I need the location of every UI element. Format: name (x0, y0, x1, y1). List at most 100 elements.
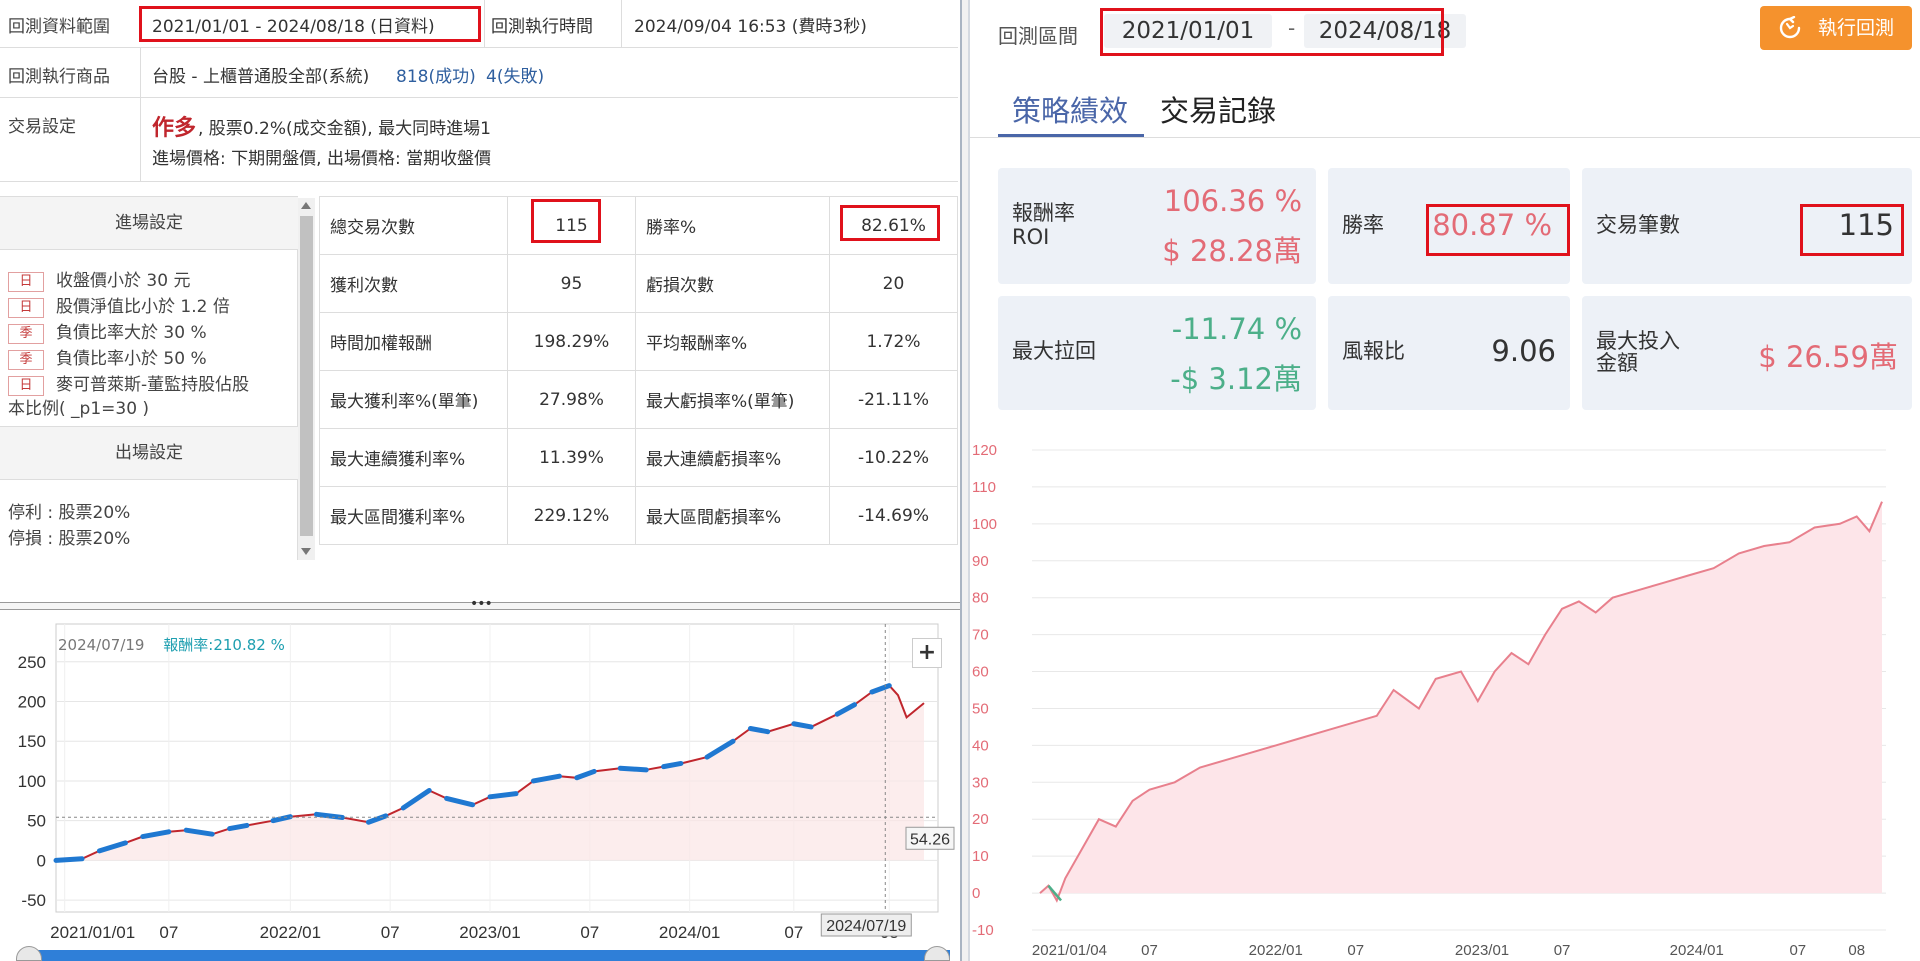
stat-label: 最大連續虧損率% (635, 428, 830, 487)
y-tick-label: -10 (972, 922, 994, 939)
highlight-box-total-trades (531, 199, 601, 243)
info-row-product: 回測執行商品 台股 - 上櫃普通股全部(系統) 818(成功) 4(失敗) (0, 48, 958, 98)
legend-roi: 報酬率:210.82 % (163, 636, 285, 654)
y-tick-label: 70 (972, 627, 989, 644)
exec-time-value: 2024/09/04 16:53 (費時3秒) (634, 17, 867, 37)
x-tick-label: 07 (1789, 942, 1806, 959)
run-backtest-button[interactable]: 執行回測 (1760, 6, 1912, 50)
area-fill (1040, 501, 1882, 901)
entry-condition: 日麥可普萊斯-董監持股佔股 (8, 370, 249, 396)
x-tick-label: 2022/01 (1249, 942, 1303, 959)
card-roi: 報酬率 ROI 106.36 % $ 28.28萬 (998, 168, 1316, 284)
x-tick-label: 07 (1554, 942, 1571, 959)
y-tick-label: 0 (972, 885, 980, 902)
entry-settings-header: 進場設定 (0, 196, 298, 250)
card-max-drawdown: 最大拉回 -11.74 % -$ 3.12萬 (998, 296, 1316, 410)
trade-direction: 作多 (152, 116, 197, 141)
x-tick-label: 2021/01/04 (1032, 942, 1107, 959)
card-max-investment: 最大投入 金額 $ 26.59萬 (1582, 296, 1912, 410)
entry-condition: 季負債比率大於 30 % (8, 318, 207, 344)
y-tick-label: 100 (18, 772, 46, 791)
highlight-box-range (139, 6, 481, 42)
scroll-thumb[interactable] (300, 216, 313, 536)
y-tick-label: 150 (18, 732, 46, 751)
x-tick-label: 2021/01/01 (50, 923, 135, 942)
win-rate-label: 勝率 (1342, 213, 1384, 237)
info-row-trade: 交易設定 作多 , 股票0.2%(成交金額), 最大同時進場1 進場價格: 下期… (0, 98, 958, 182)
stat-label: 虧損次數 (635, 254, 830, 313)
vertical-divider[interactable] (960, 0, 970, 961)
legend-date: 2024/07/19 (58, 636, 145, 654)
run-backtest-label: 執行回測 (1818, 17, 1895, 39)
product-name: 台股 - 上櫃普通股全部(系統) (152, 67, 370, 87)
x-tick-label: 07 (381, 923, 400, 942)
stat-value: 1.72% (829, 312, 958, 371)
tab-performance[interactable]: 策略績效 (1012, 88, 1128, 130)
stat-value: 20 (829, 254, 958, 313)
trade-segment (791, 721, 814, 730)
left-pane: 回測資料範圍 2021/01/01 - 2024/08/18 (日資料) 回測執… (0, 0, 960, 961)
exit-settings-header: 出場設定 (0, 426, 298, 480)
drawdown-label: 最大拉回 (1012, 339, 1096, 363)
x-tick-label: 07 (159, 923, 178, 942)
crosshair-date-label: 2024/07/19 (826, 918, 906, 935)
x-tick-label: 07 (784, 923, 803, 942)
left-equity-chart: 250 200 150 100 50 0 -502021/01/01 07 2022/01 07 2… (18, 623, 955, 942)
x-tick-label: 2023/01 (1455, 942, 1509, 959)
y-tick-label: 200 (18, 693, 46, 712)
stat-label: 最大虧損率%(單筆) (635, 370, 830, 429)
stat-value: 198.29% (507, 312, 636, 371)
stats-row: 最大區間獲利率% 229.12% 最大區間虧損率% -14.69% (319, 486, 958, 545)
app-root: 回測資料範圍 2021/01/01 - 2024/08/18 (日資料) 回測執… (0, 0, 1920, 961)
highlight-box-date-range (1100, 8, 1444, 56)
freq-tag: 日 (8, 376, 44, 396)
stat-label: 最大連續獲利率% (319, 428, 508, 487)
entry-exit-panel: 進場設定 日收盤價小於 30 元 日股價淨值比小於 1.2 倍 季負債比率大於 … (0, 196, 298, 560)
stat-value: -10.22% (829, 428, 958, 487)
x-tick-label: 2024/01 (1670, 942, 1724, 959)
settings-scrollbar[interactable] (298, 198, 315, 560)
highlight-box-win-rate (840, 205, 940, 241)
max-invest-value: $ 26.59萬 (1758, 340, 1898, 374)
pane-splitter[interactable]: ••• (0, 596, 960, 612)
roi-percent: 106.36 % (1163, 184, 1302, 218)
stats-row: 最大連續獲利率% 11.39% 最大連續虧損率% -10.22% (319, 428, 958, 487)
card-risk-reward: 風報比 9.06 (1328, 296, 1570, 410)
stats-table: 總交易次數 115 勝率% 82.61% 獲利次數 95 虧損次數 20 時間加權報酬 198.2… (319, 196, 958, 545)
scroll-up-arrow[interactable] (301, 202, 311, 209)
trade-segment (487, 791, 519, 800)
drawdown-percent: -11.74 % (1171, 312, 1302, 346)
stat-label: 總交易次數 (319, 196, 508, 255)
stat-label: 最大區間虧損率% (635, 486, 830, 545)
x-tick-label: 2024/01 (659, 923, 720, 942)
scroll-down-arrow[interactable] (301, 548, 311, 555)
y-tick-label: 250 (18, 653, 46, 672)
product-fail-link[interactable]: 4(失敗) (486, 62, 544, 87)
y-tick-label: 60 (972, 664, 989, 681)
range-scrollbar[interactable] (20, 950, 950, 961)
stat-value: 95 (507, 254, 636, 313)
exec-time-label: 回測執行時間 (484, 0, 622, 48)
y-tick-label: 110 (972, 479, 996, 496)
x-tick-label: 07 (580, 923, 599, 942)
tab-trade-records[interactable]: 交易記錄 (1160, 88, 1276, 130)
stat-label: 勝率% (635, 196, 830, 255)
trade-segment (617, 765, 649, 773)
freq-tag: 季 (8, 324, 44, 344)
x-tick-label: 2022/01 (260, 923, 321, 942)
product-success-link[interactable]: 818(成功) (396, 62, 476, 87)
stat-label: 獲利次數 (319, 254, 508, 313)
entry-condition-wrap: 本比例( _p1=30 ) (8, 399, 150, 419)
trade-segment (53, 856, 85, 863)
y-tick-label: 80 (972, 590, 989, 607)
exit-stop-loss: 停損 : 股票20% (8, 529, 131, 549)
stat-value: 229.12% (507, 486, 636, 545)
stat-value: 11.39% (507, 428, 636, 487)
refresh-icon (1779, 16, 1801, 39)
zoom-in-button[interactable]: + (912, 638, 942, 668)
reference-value-label: 54.26 (910, 831, 950, 848)
product-label: 回測執行商品 (8, 67, 110, 87)
entry-condition: 季負債比率小於 50 % (8, 344, 207, 370)
exit-stop-profit: 停利 : 股票20% (8, 503, 131, 523)
x-tick-label: 08 (1848, 942, 1865, 959)
